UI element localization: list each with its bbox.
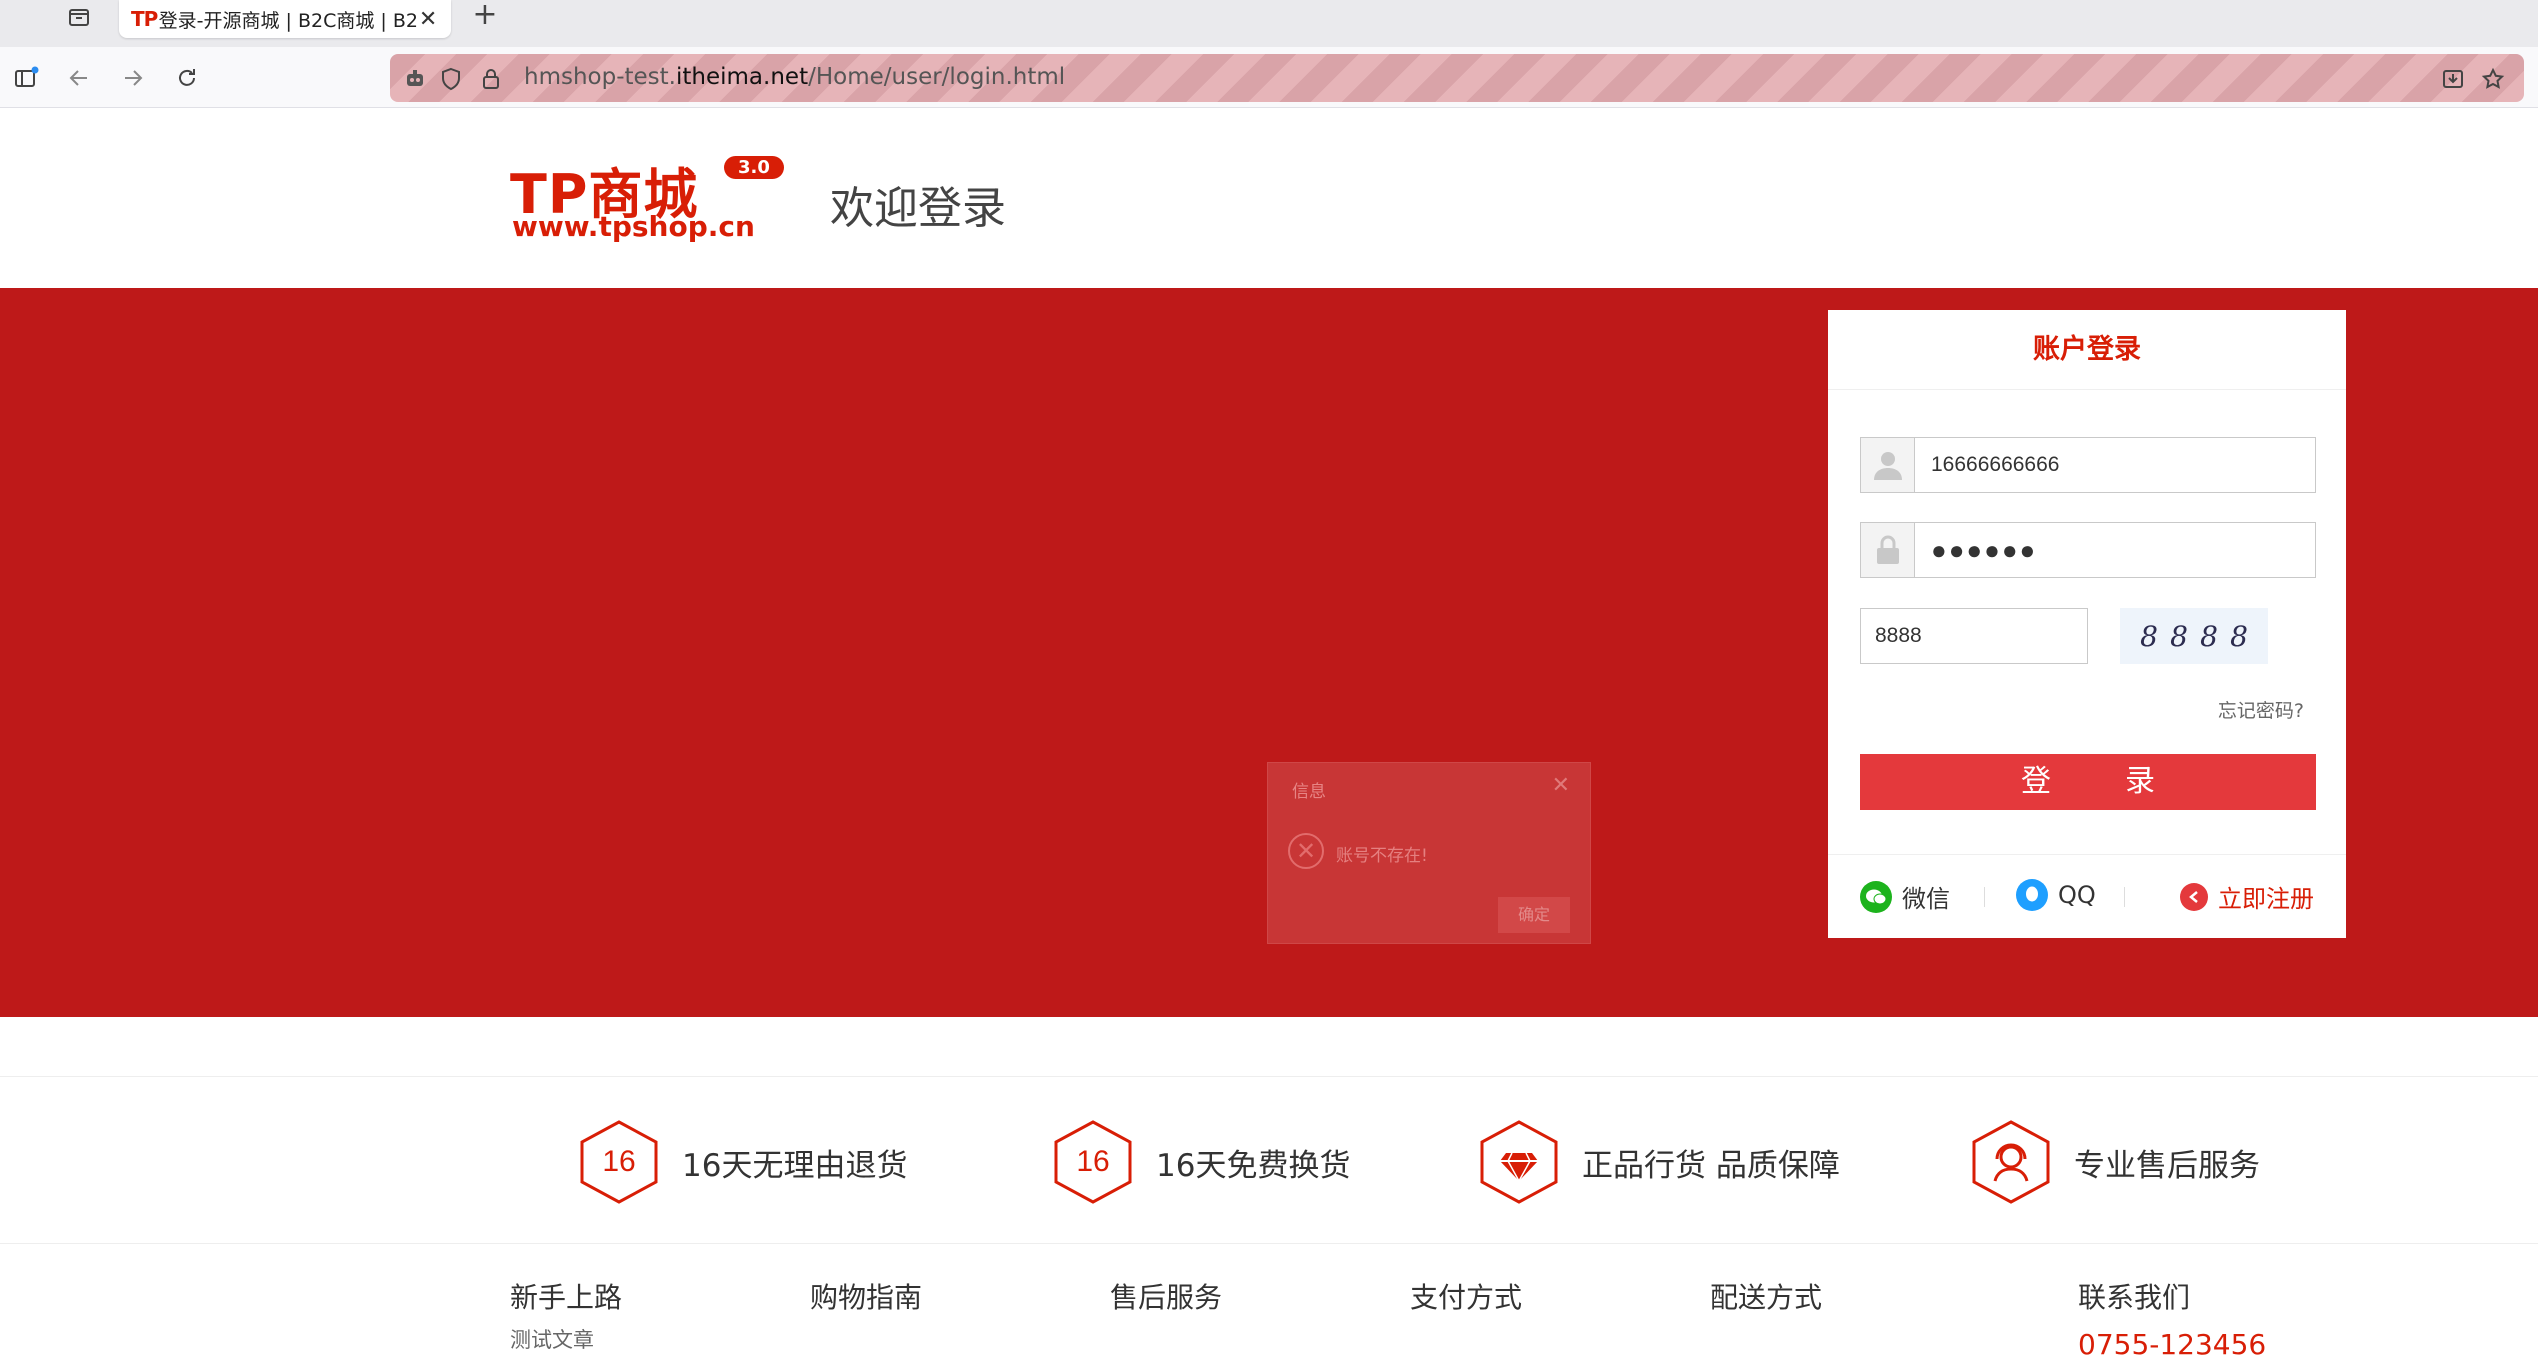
- username-input[interactable]: [1915, 438, 2315, 492]
- divider: [2124, 887, 2125, 907]
- wechat-icon: [1860, 880, 1892, 913]
- browser-nav-bar: hmshop-test.itheima.net/Home/user/login.…: [0, 47, 2538, 108]
- dialog-message: 账号不存在!: [1336, 846, 1428, 866]
- tab-favicon-icon: TP: [131, 7, 158, 31]
- service-label: 16天无理由退货: [682, 1147, 908, 1184]
- login-button[interactable]: 登 录: [1860, 754, 2316, 810]
- password-field: [1860, 522, 2316, 578]
- wechat-label: 微信: [1902, 885, 1950, 913]
- footer-col-newbie: 新手上路: [510, 1281, 623, 1314]
- qq-login-link[interactable]: QQ: [2016, 879, 2096, 911]
- sidebar-toggle-icon[interactable]: [10, 61, 44, 95]
- dialog-ok-button[interactable]: 确定: [1498, 897, 1570, 933]
- captcha-input[interactable]: [1860, 608, 2088, 664]
- login-title: 账户登录: [1828, 310, 2346, 390]
- download-icon[interactable]: [2440, 66, 2466, 92]
- user-icon: [1861, 438, 1915, 492]
- captcha-char: 8: [2170, 619, 2188, 653]
- register-label: 立即注册: [2218, 885, 2314, 913]
- footer-col-guide: 购物指南: [810, 1281, 923, 1314]
- tab-list-icon[interactable]: [62, 0, 96, 34]
- headset-support-icon: [1970, 1119, 2052, 1205]
- service-exchange[interactable]: 16 16天免费换货: [1052, 1119, 1350, 1205]
- service-bar: 16 16天无理由退货 16 16天免费换货 正品行货 品质保障 专业售后服务: [0, 1076, 2538, 1244]
- captcha-char: 8: [2140, 619, 2158, 653]
- bookmark-star-icon[interactable]: [2480, 66, 2506, 92]
- divider: [1984, 887, 1985, 907]
- footer-col-delivery: 配送方式: [1710, 1281, 1823, 1314]
- captcha-image[interactable]: 8 8 8 8: [2120, 608, 2268, 664]
- browser-tab-bar: TP 登录-开源商城 | B2C商城 | B2B ✕ +: [0, 0, 2538, 47]
- browser-tab-active[interactable]: TP 登录-开源商城 | B2C商城 | B2B ✕: [119, 0, 451, 38]
- service-aftersales[interactable]: 专业售后服务: [1970, 1119, 2260, 1205]
- service-label: 正品行货 品质保障: [1582, 1147, 1840, 1184]
- logo-version-badge: 3.0: [724, 156, 784, 179]
- hexagon-16-icon: 16: [1052, 1119, 1134, 1205]
- contact-phone: 0755-123456: [2078, 1328, 2267, 1361]
- username-field: [1860, 437, 2316, 493]
- forgot-password-link[interactable]: 忘记密码?: [2218, 696, 2304, 723]
- robot-icon[interactable]: [402, 66, 428, 92]
- footer-col-contact: 联系我们: [2078, 1281, 2191, 1314]
- reload-icon[interactable]: [170, 61, 204, 95]
- logo-url: www.tpshop.cn: [512, 210, 755, 243]
- footer-col-payment: 支付方式: [1410, 1281, 1523, 1314]
- login-form: 账户登录 8 8 8 8 忘记密码? 登 录 微信 QQ: [1828, 310, 2346, 938]
- footer-col-aftersales: 售后服务: [1110, 1281, 1223, 1314]
- captcha-char: 8: [2200, 619, 2218, 653]
- back-icon[interactable]: [62, 61, 96, 95]
- register-link[interactable]: 立即注册: [2180, 879, 2314, 914]
- login-footer: 微信 QQ 立即注册: [1828, 854, 2346, 938]
- service-genuine[interactable]: 正品行货 品质保障: [1478, 1119, 1840, 1205]
- service-label: 16天免费换货: [1156, 1147, 1351, 1184]
- error-dialog: 信息 ✕ ✕ 账号不存在! 确定: [1267, 762, 1591, 944]
- qq-label: QQ: [2058, 881, 2096, 909]
- wechat-login-link[interactable]: 微信: [1860, 879, 1950, 914]
- tab-close-icon[interactable]: ✕: [417, 7, 439, 32]
- hexagon-16-icon: 16: [578, 1119, 660, 1205]
- welcome-heading: 欢迎登录: [830, 183, 1006, 234]
- new-tab-icon[interactable]: +: [468, 0, 502, 32]
- dialog-close-icon[interactable]: ✕: [1552, 773, 1570, 798]
- error-icon: ✕: [1288, 833, 1324, 869]
- url-text[interactable]: hmshop-test.itheima.net/Home/user/login.…: [524, 64, 1065, 90]
- site-logo[interactable]: TP商城 3.0 www.tpshop.cn: [510, 150, 790, 245]
- shield-icon[interactable]: [438, 66, 464, 92]
- qq-icon: [2016, 879, 2048, 911]
- tab-title: 登录-开源商城 | B2C商城 | B2B: [158, 9, 418, 32]
- address-bar[interactable]: hmshop-test.itheima.net/Home/user/login.…: [390, 54, 2524, 102]
- dialog-title: 信息: [1292, 782, 1326, 802]
- lock-icon: [1861, 523, 1915, 577]
- diamond-icon: [1478, 1119, 1560, 1205]
- forward-icon[interactable]: [116, 61, 150, 95]
- service-label: 专业售后服务: [2074, 1147, 2260, 1184]
- password-input[interactable]: [1915, 523, 2315, 577]
- service-return[interactable]: 16 16天无理由退货: [578, 1119, 907, 1205]
- chevron-left-icon: [2180, 882, 2208, 911]
- lock-icon[interactable]: [478, 66, 504, 92]
- captcha-char: 8: [2230, 619, 2248, 653]
